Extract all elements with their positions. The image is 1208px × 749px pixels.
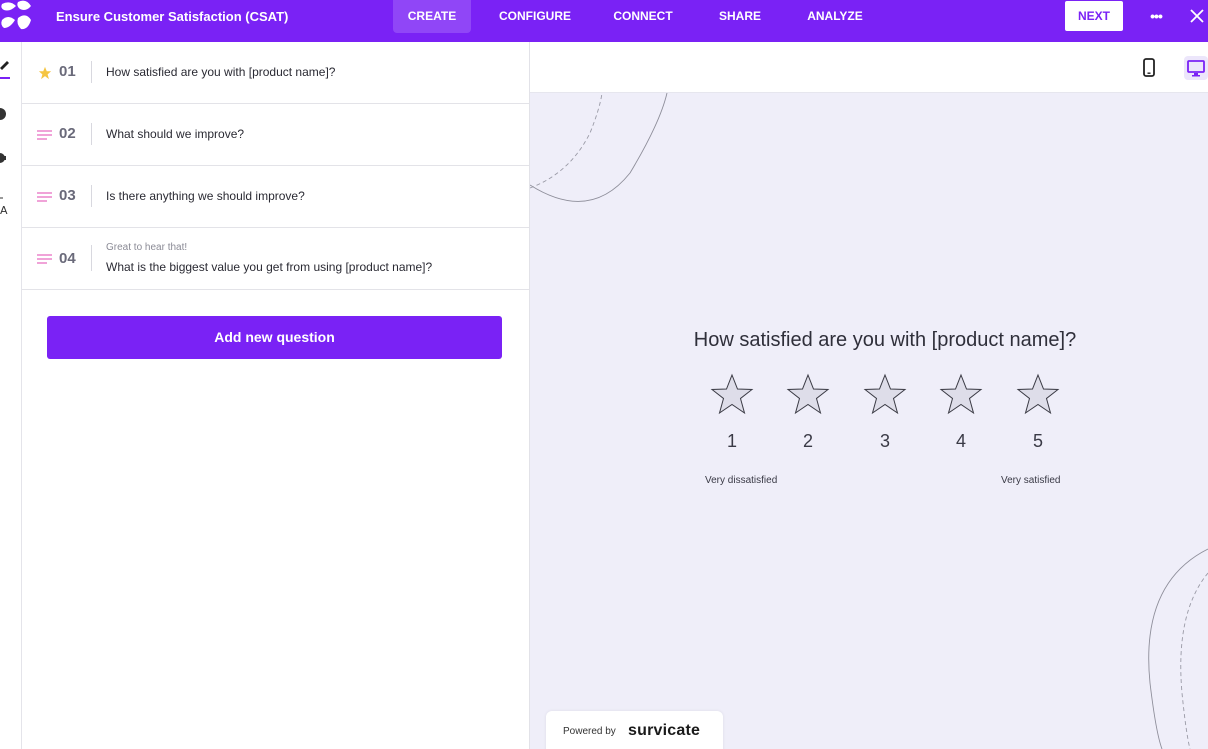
- rating-value-2: 2: [802, 431, 813, 451]
- palette-icon[interactable]: [0, 106, 14, 122]
- question-text: How satisfied are you with [product name…: [106, 65, 336, 79]
- desktop-icon[interactable]: [1184, 56, 1208, 80]
- question-text: What is the biggest value you get from u…: [106, 260, 433, 274]
- rating-star-4[interactable]: [938, 372, 984, 418]
- survey-preview: How satisfied are you with [product name…: [530, 42, 1208, 749]
- translate-icon[interactable]: A: [0, 194, 14, 217]
- survicate-brand: survicate: [628, 722, 701, 739]
- rating-star-2[interactable]: [785, 372, 831, 418]
- close-icon[interactable]: [1186, 5, 1208, 27]
- divider: [91, 61, 92, 83]
- question-text: Is there anything we should improve?: [106, 189, 305, 203]
- text-lines-icon: [37, 252, 53, 266]
- question-intro: Great to hear that!: [106, 242, 188, 253]
- scale-min-label: Very dissatisfied: [705, 475, 778, 486]
- tab-share[interactable]: SHARE: [710, 0, 770, 33]
- question-text: What should we improve?: [106, 127, 245, 141]
- add-question-button[interactable]: Add new question: [47, 316, 502, 359]
- rating-value-4: 4: [955, 431, 966, 451]
- scale-max-label: Very satisfied: [1001, 475, 1061, 486]
- tab-analyze[interactable]: ANALYZE: [797, 0, 873, 33]
- divider: [91, 185, 92, 207]
- survicate-logo-icon[interactable]: [0, 0, 34, 34]
- powered-by-text: Powered by: [563, 726, 616, 737]
- rating-star-1[interactable]: [709, 372, 755, 418]
- question-number: 02: [59, 125, 76, 142]
- svg-text:A: A: [0, 204, 8, 216]
- left-rail: A: [0, 42, 22, 749]
- survey-title: Ensure Customer Satisfaction (CSAT): [56, 9, 289, 24]
- powered-by-badge[interactable]: Powered by survicate: [546, 711, 723, 749]
- question-number: 04: [59, 250, 76, 267]
- question-number: 03: [59, 187, 76, 204]
- question-row[interactable]: 03 Is there anything we should improve?: [22, 166, 529, 228]
- rating-value-5: 5: [1032, 431, 1043, 451]
- question-row[interactable]: 01 How satisfied are you with [product n…: [22, 42, 529, 104]
- question-number: 01: [59, 63, 76, 80]
- text-lines-icon: [37, 128, 53, 142]
- divider: [91, 123, 92, 145]
- question-list: 01 How satisfied are you with [product n…: [22, 42, 530, 749]
- star-icon: [37, 66, 53, 80]
- rating-star-5[interactable]: [1015, 372, 1061, 418]
- ellipsis-icon[interactable]: •••: [1145, 6, 1167, 26]
- question-row[interactable]: 02 What should we improve?: [22, 104, 529, 166]
- phone-icon[interactable]: [1137, 56, 1161, 80]
- next-button[interactable]: NEXT: [1065, 1, 1123, 31]
- rating-value-1: 1: [726, 431, 737, 451]
- tab-create[interactable]: CREATE: [393, 0, 471, 33]
- pencil-icon[interactable]: [0, 56, 14, 79]
- text-lines-icon: [37, 190, 53, 204]
- tab-configure[interactable]: CONFIGURE: [490, 0, 580, 33]
- top-bar: Ensure Customer Satisfaction (CSAT) CREA…: [0, 0, 1208, 42]
- background-decoration: [530, 93, 1208, 749]
- gear-icon[interactable]: [0, 150, 14, 166]
- preview-question: How satisfied are you with [product name…: [693, 329, 1077, 351]
- tab-connect[interactable]: CONNECT: [603, 0, 683, 33]
- rating-value-3: 3: [879, 431, 890, 451]
- rating-star-3[interactable]: [862, 372, 908, 418]
- divider: [91, 245, 92, 271]
- preview-toolbar: [530, 42, 1208, 93]
- question-row[interactable]: 04 Great to hear that! What is the bigge…: [22, 228, 529, 290]
